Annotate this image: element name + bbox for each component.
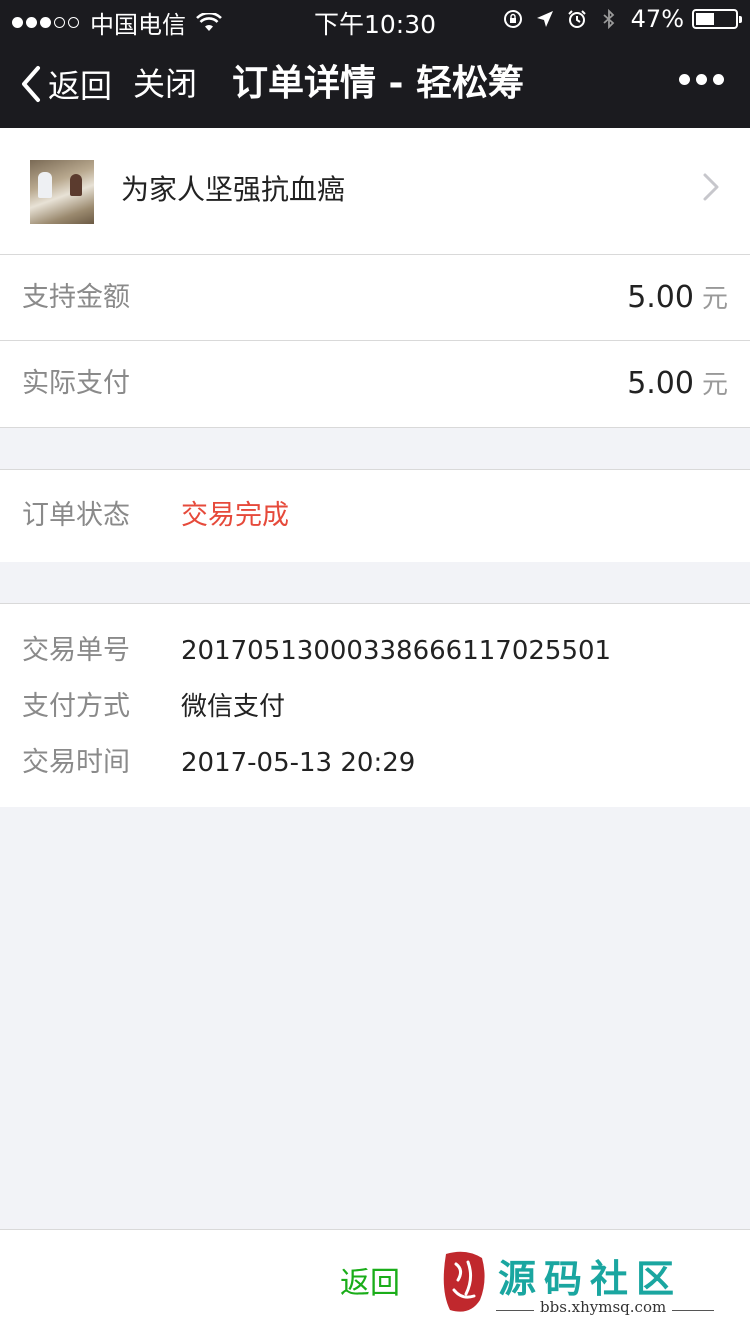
payment-method-value: 微信支付 <box>181 692 286 722</box>
trade-time-label: 交易时间 <box>22 747 130 778</box>
support-amount-label: 支持金额 <box>22 282 130 313</box>
paid-amount-value: 5.00 元 <box>627 341 728 428</box>
trade-number-value: 2017051300033866611702550​1 <box>181 636 612 666</box>
navigation-bar: 返回 关闭 订单详情 - 轻松筹 <box>0 40 750 128</box>
chevron-left-icon <box>22 66 40 102</box>
payment-method-row: 支付方式 微信支付 <box>0 679 750 735</box>
trade-time-value: 2017-05-13 20:29 <box>181 748 416 778</box>
divider <box>0 427 750 428</box>
seal-logo-icon <box>443 1251 485 1312</box>
order-status-value: 交易完成 <box>181 500 289 531</box>
battery-level-fill <box>696 13 714 25</box>
battery-icon <box>692 9 742 29</box>
more-options-button[interactable] <box>673 74 724 85</box>
battery-percent: 47% <box>630 5 684 33</box>
transaction-details: 交易单号 2017051300033866611702550​1 支付方式 微信… <box>0 604 750 807</box>
trade-time-row: 交易时间 2017-05-13 20:29 <box>0 735 750 791</box>
nav-close-button[interactable]: 关闭 <box>133 62 197 106</box>
nav-back-button[interactable]: 返回 <box>20 62 112 106</box>
trade-number-label: 交易单号 <box>22 635 130 666</box>
orientation-lock-icon <box>503 10 522 28</box>
more-dot-icon <box>713 74 724 85</box>
watermark-logo: 源码社区 bbs.xhymsq.com <box>438 1244 738 1330</box>
currency-unit: 元 <box>701 370 728 400</box>
watermark-url: bbs.xhymsq.com <box>534 1298 673 1316</box>
project-thumbnail <box>30 160 94 224</box>
order-status-label: 订单状态 <box>22 500 130 531</box>
support-amount-number: 5.00 <box>627 280 694 315</box>
more-dot-icon <box>696 74 707 85</box>
paid-amount-row: 实际支付 5.00 元 <box>0 341 750 427</box>
support-amount-value: 5.00 元 <box>627 255 728 342</box>
paid-amount-number: 5.00 <box>627 366 694 401</box>
bottom-bar: 返回 源码社区 bbs.xhymsq.com <box>0 1230 750 1334</box>
status-right: 47% <box>491 5 742 33</box>
order-status-row: 订单状态 交易完成 <box>0 470 750 562</box>
watermark-title: 源码社区 <box>498 1256 683 1301</box>
nav-back-label: 返回 <box>48 67 113 105</box>
bottom-back-button[interactable]: 返回 <box>340 1260 400 1308</box>
project-link-row[interactable]: 为家人坚强抗血癌 <box>0 128 750 254</box>
status-bar: 中国电信 下午10:30 47% <box>0 0 750 40</box>
paid-amount-label: 实际支付 <box>22 368 130 399</box>
currency-unit: 元 <box>701 284 728 314</box>
bluetooth-icon <box>603 9 614 29</box>
more-dot-icon <box>679 74 690 85</box>
trade-number-row: 交易单号 2017051300033866611702550​1 <box>0 623 750 679</box>
location-arrow-icon <box>536 11 553 27</box>
support-amount-row: 支持金额 5.00 元 <box>0 255 750 341</box>
alarm-icon <box>567 10 586 28</box>
chevron-right-icon <box>703 173 719 201</box>
project-name: 为家人坚强抗血癌 <box>121 173 346 206</box>
page-title: 订单详情 - 轻松筹 <box>232 63 525 104</box>
payment-method-label: 支付方式 <box>22 691 130 722</box>
